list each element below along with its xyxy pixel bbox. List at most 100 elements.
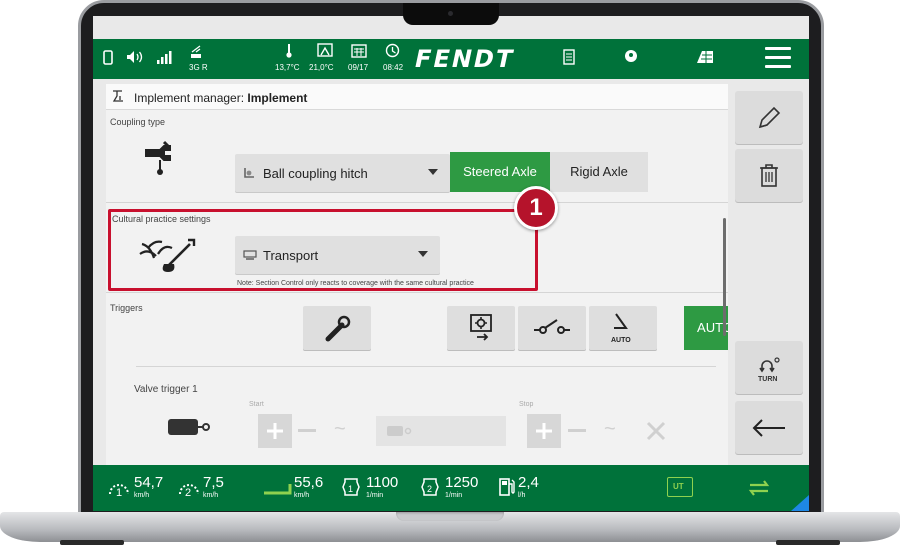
svg-text:1: 1 xyxy=(348,484,353,494)
valve-cylinder-icon xyxy=(168,419,210,435)
speed-1-value: 54,7 xyxy=(134,474,164,491)
speed-1-unit: km/h xyxy=(134,492,150,499)
stop-plus-button[interactable] xyxy=(527,414,561,448)
svg-text:2: 2 xyxy=(185,487,191,499)
valve-badge-icon xyxy=(387,426,412,436)
gear-icon xyxy=(470,314,492,341)
arrow-left-icon xyxy=(752,418,785,437)
signal-bars-icon xyxy=(157,51,172,64)
speed-2-unit: km/h xyxy=(203,492,219,499)
switch-screens-icon[interactable] xyxy=(747,478,771,498)
chevron-down-icon xyxy=(428,169,438,175)
fuel-unit: l/h xyxy=(518,492,526,499)
start-plus-button[interactable] xyxy=(258,414,292,448)
close-icon[interactable] xyxy=(646,421,666,441)
fuel-value: 2,4 xyxy=(518,474,539,491)
document-icon[interactable] xyxy=(563,49,575,65)
speed-gauge-2-icon: 2 xyxy=(179,484,199,499)
network-label: 3G R xyxy=(189,63,208,72)
auto-trigger-button[interactable]: AUTO xyxy=(589,306,657,350)
pto-1-unit: 1/min xyxy=(366,492,384,499)
laptop-foot-right xyxy=(776,540,840,545)
auto-mode-button[interactable]: AUTO xyxy=(684,306,728,350)
edit-button[interactable] xyxy=(735,91,803,144)
slip-value: 55,6 xyxy=(294,474,324,491)
top-status-bar: 3G R 13,7°C 21,0°C 09/17 08:42 FENDT xyxy=(93,39,809,79)
valve-trigger-label: Valve trigger 1 xyxy=(134,384,198,395)
universal-terminal-button[interactable]: UT xyxy=(667,477,693,497)
time-label: 08:42 xyxy=(383,63,404,72)
outside-temp: 13,7°C xyxy=(275,63,300,72)
stop-minus-icon[interactable] xyxy=(568,429,586,432)
plus-icon xyxy=(536,423,552,439)
page-title: Implement manager: Implement xyxy=(134,91,308,105)
fuel-pump-icon xyxy=(499,478,515,496)
camera-notch xyxy=(403,3,499,25)
delete-button[interactable] xyxy=(735,149,803,202)
section-divider xyxy=(106,292,728,293)
pin-trigger-button[interactable] xyxy=(303,306,371,350)
back-button[interactable] xyxy=(735,401,803,454)
slip-unit: km/h xyxy=(294,492,310,499)
svg-text:2: 2 xyxy=(427,484,432,494)
gps-antenna-icon xyxy=(191,45,201,58)
start-minus-icon[interactable] xyxy=(298,429,316,432)
start-tilde-icon[interactable]: ~ xyxy=(334,418,346,441)
slip-icon xyxy=(264,484,292,495)
laptop-foot-left xyxy=(60,540,124,545)
valve-trigger-button[interactable] xyxy=(518,306,586,350)
scrollbar-thumb[interactable] xyxy=(723,218,726,336)
ut-label: UT xyxy=(673,482,684,491)
pto-2-unit: 1/min xyxy=(445,492,463,499)
date-label: 09/17 xyxy=(348,63,369,72)
triggers-label: Triggers xyxy=(110,303,143,313)
pto-2-value: 1250 xyxy=(445,474,479,491)
laptop-opening-notch xyxy=(396,512,504,521)
implement-settings-panel: Implement manager: Implement Coupling ty… xyxy=(106,84,728,479)
cabin-temp-icon xyxy=(317,43,333,57)
section-divider xyxy=(136,366,716,367)
corner-indicator-icon xyxy=(791,495,809,511)
volume-icon[interactable] xyxy=(126,50,144,64)
section-divider xyxy=(106,202,728,203)
speed-gauge-1-icon: 1 xyxy=(109,484,129,499)
stop-tilde-icon[interactable]: ~ xyxy=(604,418,616,441)
pto-1-value: 1100 xyxy=(366,474,399,491)
driver-profile-icon[interactable] xyxy=(624,49,638,65)
speed-2-value: 7,5 xyxy=(203,474,224,491)
callout-highlight-box xyxy=(108,209,538,291)
fendt-logo: FENDT xyxy=(412,45,518,73)
coupling-type-label: Coupling type xyxy=(110,117,166,127)
thermometer-icon xyxy=(286,44,292,58)
coupling-selected-value: Ball coupling hitch xyxy=(263,166,368,181)
hamburger-menu-button[interactable] xyxy=(765,47,791,69)
header-row: Implement manager: Implement xyxy=(106,84,728,110)
cabin-temp: 21,0°C xyxy=(309,63,334,72)
pto-1-icon: 1 xyxy=(342,478,360,496)
terminal-screen: 3G R 13,7°C 21,0°C 09/17 08:42 FENDT Imp… xyxy=(93,16,809,511)
lift-pin-icon xyxy=(325,315,351,342)
clock-icon xyxy=(385,43,400,58)
implement-manager-icon xyxy=(112,90,123,102)
coupling-icon xyxy=(145,140,171,175)
valve-switch-icon xyxy=(534,319,570,334)
start-label: Start xyxy=(249,401,264,408)
auto-icon-label: AUTO xyxy=(611,337,631,344)
trash-icon xyxy=(760,163,778,187)
field-map-icon[interactable] xyxy=(696,50,714,64)
plus-icon xyxy=(267,423,283,439)
valve-select-dropdown[interactable] xyxy=(376,416,506,446)
pencil-icon xyxy=(758,106,781,128)
stop-label: Stop xyxy=(519,401,534,408)
turn-button[interactable]: TURN xyxy=(735,341,803,394)
rigid-axle-button[interactable]: Rigid Axle xyxy=(550,152,648,192)
turn-label: TURN xyxy=(758,376,778,383)
pto-2-icon: 2 xyxy=(421,478,439,496)
coupling-type-dropdown[interactable]: Ball coupling hitch xyxy=(235,154,450,192)
gear-trigger-button[interactable] xyxy=(447,306,515,350)
ball-hitch-icon xyxy=(244,168,254,178)
bottom-status-bar: 1 54,7 km/h 2 7,5 km/h 55,6 km/h 1 1100 … xyxy=(93,465,809,511)
svg-text:1: 1 xyxy=(116,487,122,499)
phone-icon xyxy=(103,50,113,65)
callout-badge: 1 xyxy=(514,186,558,230)
